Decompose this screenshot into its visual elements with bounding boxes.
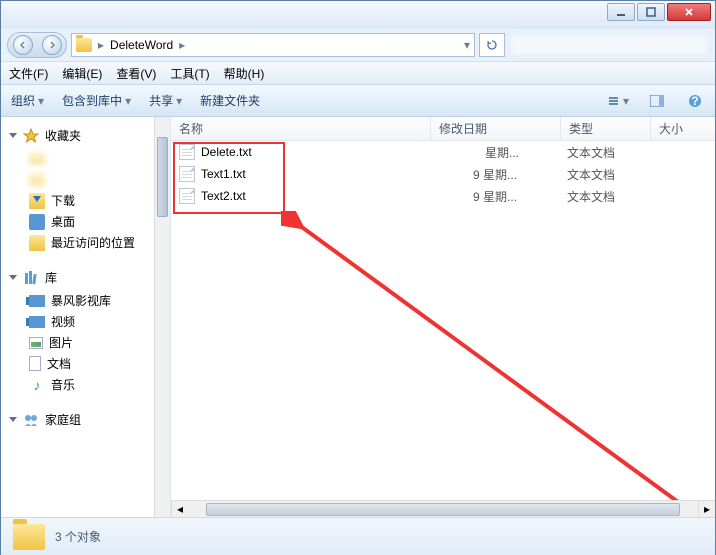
sidebar-item-videos[interactable]: 视频 xyxy=(1,311,170,332)
desktop-icon xyxy=(29,214,45,230)
sidebar-item-downloads[interactable]: 下载 xyxy=(1,190,170,211)
menu-view[interactable]: 查看(V) xyxy=(116,65,156,82)
annotation-arrow xyxy=(281,211,715,500)
content-body: 收藏夹 下载 桌面 最近访问的位置 库 暴风影视库 视频 图片 文档 ♪音乐 家… xyxy=(1,117,715,517)
file-list-area: 名称 修改日期 类型 大小 Delete.txt 星期... 文本文档 Text… xyxy=(171,117,715,517)
download-icon xyxy=(29,193,45,209)
include-in-library-menu[interactable]: 包含到库中 ▾ xyxy=(62,92,131,109)
breadcrumb-separator-icon: ▸ xyxy=(98,38,104,52)
file-list: Delete.txt 星期... 文本文档 Text1.txt 9 星期... … xyxy=(171,141,715,500)
organize-menu[interactable]: 组织 ▾ xyxy=(11,92,44,109)
back-button[interactable] xyxy=(13,35,33,55)
breadcrumb-separator-icon: ▸ xyxy=(179,38,185,52)
titlebar xyxy=(1,1,715,29)
new-folder-button[interactable]: 新建文件夹 xyxy=(200,92,260,109)
folder-icon xyxy=(76,38,92,52)
sidebar-item-blurred[interactable] xyxy=(1,148,170,169)
column-headers: 名称 修改日期 类型 大小 xyxy=(171,117,715,141)
minimize-button[interactable] xyxy=(607,3,635,21)
libraries-group[interactable]: 库 xyxy=(1,267,170,288)
menu-edit[interactable]: 编辑(E) xyxy=(62,65,102,82)
breadcrumb-folder[interactable]: DeleteWord xyxy=(110,38,173,52)
menu-file[interactable]: 文件(F) xyxy=(9,65,48,82)
file-row[interactable]: Text2.txt 9 星期... 文本文档 xyxy=(171,185,715,207)
sidebar-item-pictures[interactable]: 图片 xyxy=(1,332,170,353)
library-icon xyxy=(23,270,39,286)
folder-icon xyxy=(29,152,45,165)
text-file-icon xyxy=(179,188,195,204)
column-size[interactable]: 大小 xyxy=(651,117,715,140)
homegroup-icon xyxy=(23,412,39,428)
column-name[interactable]: 名称 xyxy=(171,117,431,140)
address-box[interactable]: ▸ DeleteWord ▸ ▾ xyxy=(71,33,475,57)
sidebar-item-music[interactable]: ♪音乐 xyxy=(1,374,170,395)
video-icon xyxy=(29,295,45,307)
column-type[interactable]: 类型 xyxy=(561,117,651,140)
horizontal-scrollbar[interactable]: ◂▸ xyxy=(171,500,715,517)
file-name: Text1.txt xyxy=(201,167,437,181)
forward-button[interactable] xyxy=(42,35,62,55)
menu-tools[interactable]: 工具(T) xyxy=(170,65,209,82)
menu-help[interactable]: 帮助(H) xyxy=(224,65,265,82)
document-icon xyxy=(29,356,41,371)
status-bar: 3 个对象 xyxy=(1,517,715,555)
file-row[interactable]: Text1.txt 9 星期... 文本文档 xyxy=(171,163,715,185)
view-options-button[interactable]: ▾ xyxy=(609,91,629,111)
star-icon xyxy=(23,128,39,144)
address-bar: ▸ DeleteWord ▸ ▾ xyxy=(1,29,715,61)
folder-icon xyxy=(13,524,45,550)
sidebar-item-documents[interactable]: 文档 xyxy=(1,353,170,374)
folder-icon xyxy=(29,173,45,186)
share-menu[interactable]: 共享 ▾ xyxy=(149,92,182,109)
status-count: 3 个对象 xyxy=(55,528,101,545)
picture-icon xyxy=(29,337,43,349)
maximize-button[interactable] xyxy=(637,3,665,21)
sidebar-item-desktop[interactable]: 桌面 xyxy=(1,211,170,232)
menubar: 文件(F) 编辑(E) 查看(V) 工具(T) 帮助(H) xyxy=(1,61,715,85)
sidebar-item-storm[interactable]: 暴风影视库 xyxy=(1,290,170,311)
sidebar-item-blurred[interactable] xyxy=(1,169,170,190)
file-row[interactable]: Delete.txt 星期... 文本文档 xyxy=(171,141,715,163)
svg-text:?: ? xyxy=(691,94,698,108)
recent-icon xyxy=(29,235,45,251)
explorer-window: ▸ DeleteWord ▸ ▾ 文件(F) 编辑(E) 查看(V) 工具(T)… xyxy=(0,0,716,555)
close-button[interactable] xyxy=(667,3,711,21)
file-name: Text2.txt xyxy=(201,189,437,203)
text-file-icon xyxy=(179,166,195,182)
preview-pane-button[interactable] xyxy=(647,91,667,111)
toolbar: 组织 ▾ 包含到库中 ▾ 共享 ▾ 新建文件夹 ▾ ? xyxy=(1,85,715,117)
help-button[interactable]: ? xyxy=(685,91,705,111)
column-date[interactable]: 修改日期 xyxy=(431,117,561,140)
text-file-icon xyxy=(179,144,195,160)
sidebar-item-recent[interactable]: 最近访问的位置 xyxy=(1,232,170,253)
search-box[interactable] xyxy=(509,33,709,57)
video-icon xyxy=(29,316,45,328)
nav-back-forward xyxy=(7,32,67,58)
file-name: Delete.txt xyxy=(201,145,437,159)
history-dropdown-icon[interactable]: ▾ xyxy=(464,38,470,52)
refresh-button[interactable] xyxy=(479,33,505,57)
homegroup-group[interactable]: 家庭组 xyxy=(1,409,170,430)
favorites-group[interactable]: 收藏夹 xyxy=(1,125,170,146)
sidebar-scrollbar[interactable] xyxy=(154,117,170,517)
music-icon: ♪ xyxy=(29,377,45,393)
navigation-pane: 收藏夹 下载 桌面 最近访问的位置 库 暴风影视库 视频 图片 文档 ♪音乐 家… xyxy=(1,117,171,517)
